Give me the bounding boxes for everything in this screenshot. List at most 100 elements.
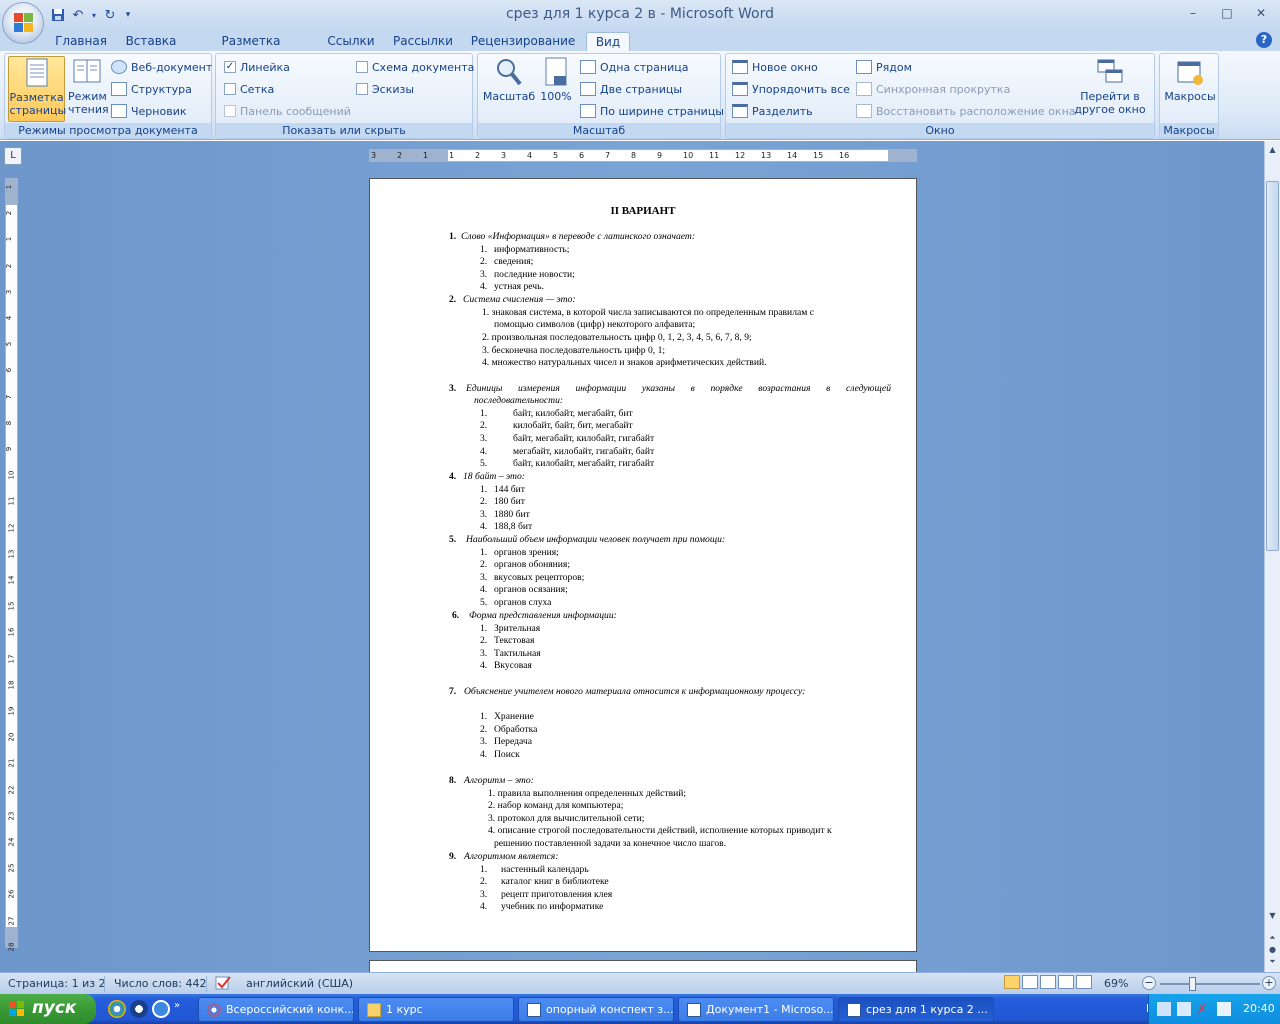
outline-icon <box>111 82 127 96</box>
word-count[interactable]: Число слов: 442 <box>114 977 207 990</box>
answer-option: Хранение <box>494 711 534 722</box>
ruler-checkbox[interactable]: ✓ Линейка <box>224 58 290 76</box>
antivirus-icon[interactable]: ✗ <box>1197 1002 1211 1016</box>
volume-icon[interactable] <box>1217 1002 1231 1016</box>
question-text: Алгоритм – это: <box>464 775 534 786</box>
document-page[interactable]: II ВАРИАНТ 1. Слово «Информация» в перево… <box>369 178 917 952</box>
checkbox-icon <box>224 83 236 95</box>
draft-view-icon[interactable] <box>1076 975 1092 989</box>
horizontal-ruler[interactable]: 3 2 1 1 2 3 4 5 6 7 8 9 10 11 12 13 14 15 16 <box>369 149 917 162</box>
next-page-icon[interactable]: ⏷ <box>1267 955 1278 969</box>
chrome-icon[interactable] <box>108 1000 126 1018</box>
tab-insert[interactable]: Вставка <box>120 32 182 51</box>
scroll-up-icon[interactable]: ▲ <box>1267 143 1278 157</box>
scroll-down-icon[interactable]: ▼ <box>1267 909 1278 923</box>
tab-view[interactable]: Вид <box>586 32 630 51</box>
print-layout-label: Разметка страницы <box>9 91 67 117</box>
close-button[interactable]: ✕ <box>1250 4 1272 22</box>
network-icon[interactable] <box>1157 1002 1171 1016</box>
safely-remove-icon[interactable] <box>1177 1002 1191 1016</box>
vertical-scrollbar[interactable]: ▲ ▼ ⏶ ● ⏷ <box>1264 141 1280 972</box>
gridlines-checkbox[interactable]: Сетка <box>224 80 274 98</box>
print-layout-view-icon[interactable] <box>1004 975 1020 989</box>
taskbar-item-word-2[interactable]: Документ1 - Microso... <box>678 997 834 1022</box>
arrange-all-button[interactable]: Упорядочить все <box>732 80 850 98</box>
reading-mode-label: Режим чтения <box>68 90 109 116</box>
print-layout-button[interactable]: Разметка страницы <box>8 56 67 122</box>
answer-option: 1880 бит <box>494 509 530 520</box>
tab-review[interactable]: Рецензирование <box>470 32 576 51</box>
reset-window-position-button[interactable]: Восстановить расположение окна <box>856 102 1076 120</box>
start-button[interactable]: пуск <box>0 994 96 1024</box>
page-count[interactable]: Страница: 1 из 2 <box>8 977 106 990</box>
answer-option: Передача <box>494 736 532 747</box>
zoom-button[interactable]: Масштаб <box>481 56 537 122</box>
macros-icon <box>1174 56 1206 88</box>
tab-references[interactable]: Ссылки <box>323 32 379 51</box>
answer-option: настенный календарь <box>501 864 589 875</box>
tab-page-layout[interactable]: Разметка страницы <box>190 32 312 67</box>
answer-option: информативность; <box>494 244 570 255</box>
ruler-tick-label: 4 <box>5 315 14 321</box>
spellcheck-icon[interactable] <box>214 975 232 994</box>
internet-explorer-icon[interactable] <box>152 1000 170 1018</box>
word-document-icon <box>527 1002 541 1017</box>
quick-launch-more-icon[interactable]: » <box>174 1000 186 1018</box>
media-player-icon[interactable] <box>130 1000 148 1018</box>
scrollbar-thumb[interactable] <box>1266 181 1279 551</box>
macros-button[interactable]: Макросы <box>1162 56 1218 122</box>
web-view-icon[interactable] <box>1040 975 1056 989</box>
zoom-in-button[interactable]: + <box>1262 976 1276 990</box>
outline-view-icon[interactable] <box>1058 975 1074 989</box>
maximize-button[interactable]: □ <box>1216 4 1238 22</box>
zoom-100-label: 100% <box>540 90 572 103</box>
document-map-checkbox[interactable]: Схема документа <box>356 58 474 76</box>
ruler-tick-label: 2 <box>5 263 14 268</box>
question-number: 7. <box>449 686 457 697</box>
switch-windows-button[interactable]: Перейти в другое окно <box>1071 56 1149 122</box>
group-caption: Масштаб <box>478 123 720 138</box>
tab-mailings[interactable]: Рассылки <box>390 32 456 51</box>
taskbar-item-chrome[interactable]: Всероссийский конк... <box>198 997 354 1022</box>
group-caption: Окно <box>726 123 1154 138</box>
new-window-button[interactable]: Новое окно <box>732 58 818 76</box>
help-icon[interactable]: ? <box>1256 32 1272 48</box>
language-indicator[interactable]: английский (США) <box>246 977 353 990</box>
taskbar-item-folder[interactable]: 1 курс <box>358 997 514 1022</box>
zoom-100-button[interactable]: 100% <box>538 56 574 122</box>
minimize-button[interactable]: – <box>1182 4 1204 22</box>
vertical-ruler[interactable]: 1 2 1 2 3 4 5 6 7 8 9 10 11 12 13 14 15 16 17 18 19 20 21 22 23 2… <box>5 178 18 951</box>
windows-taskbar: пуск » Всероссийский конк... 1 курс опор… <box>0 994 1280 1024</box>
zoom-slider[interactable] <box>1160 977 1260 991</box>
one-page-button[interactable]: Одна страница <box>580 58 688 76</box>
taskbar-item-label: 1 курс <box>386 1003 423 1016</box>
reset-position-label: Восстановить расположение окна <box>876 104 1076 118</box>
tab-home[interactable]: Главная <box>51 32 111 51</box>
office-button[interactable] <box>2 2 44 44</box>
sync-scroll-button[interactable]: Синхронная прокрутка <box>856 80 1010 98</box>
taskbar-item-word-1[interactable]: опорный конспект з... <box>518 997 674 1022</box>
answer-option: 1. <box>480 711 488 722</box>
taskbar-item-word-active[interactable]: срез для 1 курса 2 ... <box>838 997 994 1022</box>
tab-selector-button[interactable]: L <box>4 147 22 165</box>
full-screen-reading-button[interactable]: Режим чтения <box>67 56 109 122</box>
thumbnails-checkbox[interactable]: Эскизы <box>356 80 414 98</box>
window-title: срез для 1 курса 2 в - Microsoft Word <box>505 6 774 22</box>
split-button[interactable]: Разделить <box>732 102 813 120</box>
ruler-tick-label: 9 <box>657 151 663 160</box>
ruler-tick-label: 10 <box>683 151 694 160</box>
outline-button[interactable]: Структура <box>111 80 192 98</box>
draft-button[interactable]: Черновик <box>111 102 187 120</box>
windows-flag-icon <box>9 1001 25 1017</box>
page-width-button[interactable]: По ширине страницы <box>580 102 724 120</box>
message-bar-checkbox[interactable]: Панель сообщений <box>224 102 351 120</box>
zoom-slider-thumb[interactable] <box>1189 977 1197 991</box>
zoom-out-button[interactable]: − <box>1142 976 1156 990</box>
reading-view-icon[interactable] <box>1022 975 1038 989</box>
zoom-level[interactable]: 69% <box>1104 977 1128 990</box>
clock[interactable]: 20:40 <box>1243 1002 1275 1015</box>
two-pages-button[interactable]: Две страницы <box>580 80 682 98</box>
question-number: 6. <box>452 610 460 621</box>
web-layout-button[interactable]: Веб-документ <box>111 58 212 76</box>
side-by-side-button[interactable]: Рядом <box>856 58 912 76</box>
